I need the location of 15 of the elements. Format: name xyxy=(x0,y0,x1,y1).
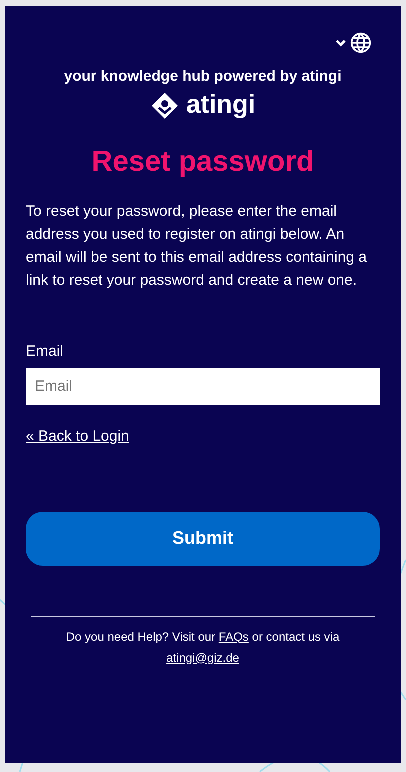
globe-icon xyxy=(350,32,372,54)
faqs-link[interactable]: FAQs xyxy=(218,630,249,644)
email-label: Email xyxy=(26,342,65,362)
language-button[interactable] xyxy=(335,32,372,54)
back-to-login-link[interactable]: « Back to Login xyxy=(26,428,130,444)
submit-button[interactable]: Submit xyxy=(26,512,380,566)
logo-text: atingi xyxy=(186,90,256,120)
logo-icon xyxy=(150,90,180,120)
email-field[interactable]: Email xyxy=(26,368,380,404)
instructions-text: To reset your password, please enter the email address you used to register on atingi below. An email will be sent to this email address containing a link to reset your password and create a new one. xyxy=(26,202,368,291)
chevron-down-icon xyxy=(335,38,347,48)
tagline: your knowledge hub powered by atingi xyxy=(63,67,343,87)
email-link[interactable]: atingi@giz.de xyxy=(166,650,240,664)
help-text: Do you need Help? Visit our FAQs or contact us via atingi@giz.de xyxy=(65,628,341,666)
page-title: Reset password xyxy=(90,144,316,180)
